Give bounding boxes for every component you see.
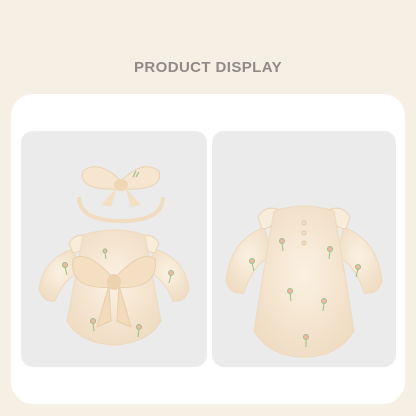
page-title: PRODUCT DISPLAY	[134, 59, 282, 76]
romper-back-illustration	[225, 205, 383, 358]
product-image-front[interactable]	[21, 131, 207, 367]
product-image-back[interactable]	[212, 131, 396, 367]
romper-front-illustration	[38, 166, 190, 346]
back-buttons-icon	[301, 220, 307, 246]
headband-icon	[77, 166, 165, 224]
